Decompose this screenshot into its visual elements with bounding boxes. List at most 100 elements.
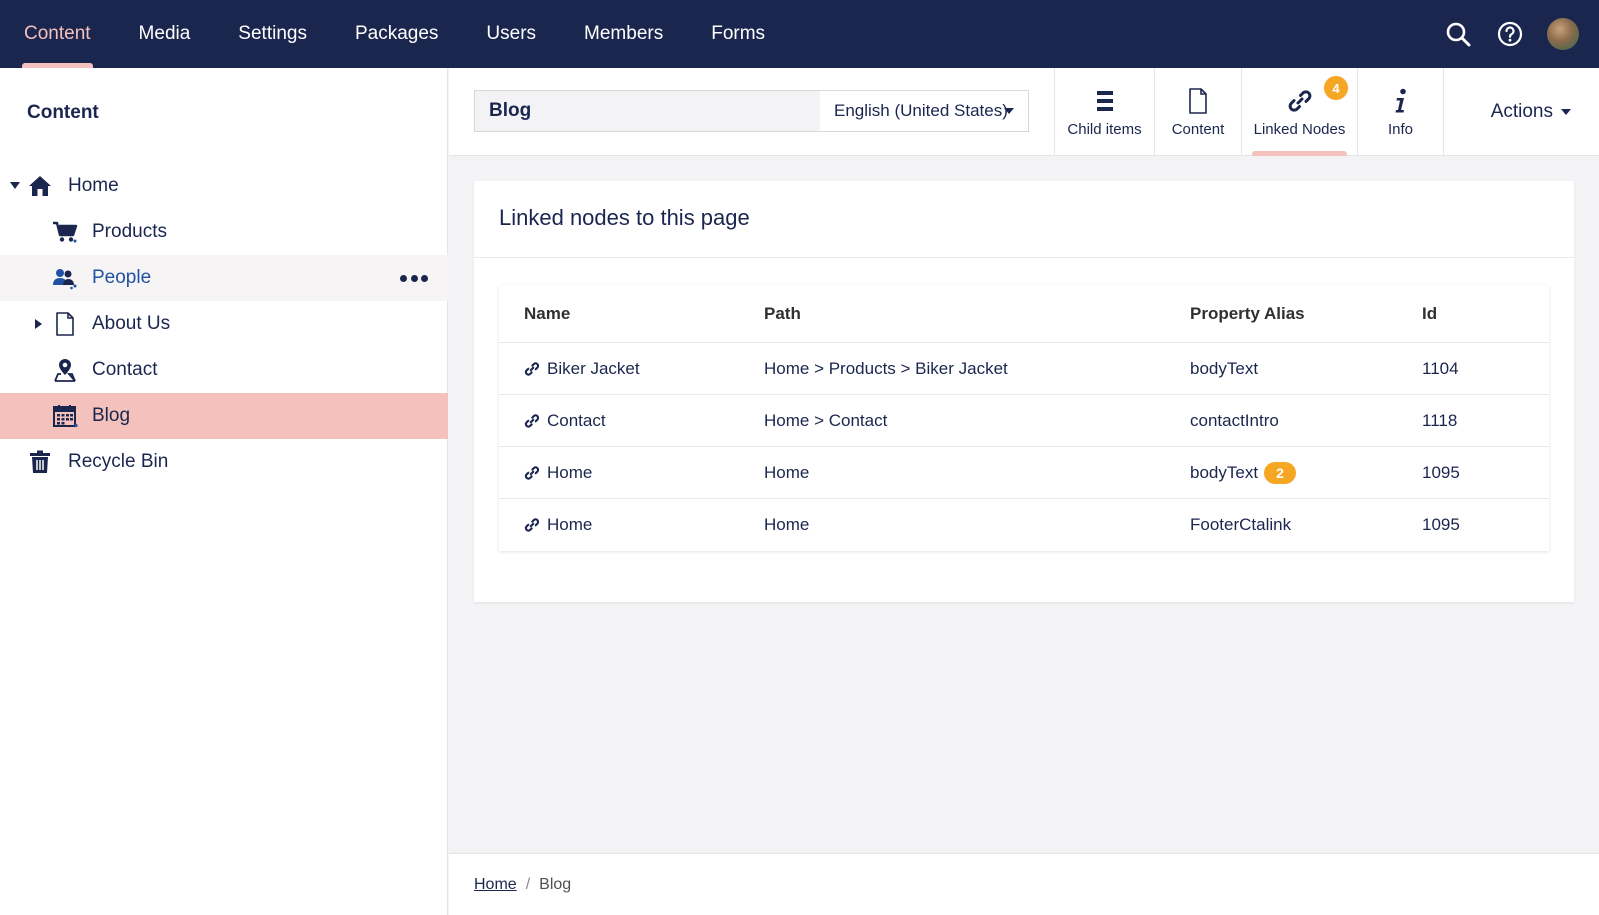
tree-item-blog[interactable]: Blog [0, 393, 448, 439]
tree-item-label: Products [92, 221, 167, 242]
column-header-id: Id [1422, 303, 1438, 323]
sidebar-title: Content [27, 102, 99, 123]
row-name-link[interactable]: Home [524, 447, 592, 498]
tree-item-home[interactable]: Home [0, 163, 448, 209]
tree-item-label: Recycle Bin [68, 451, 169, 472]
app-label: Content [1171, 120, 1225, 138]
home-icon [27, 173, 53, 199]
app-label: Linked Nodes [1253, 120, 1346, 138]
more-options-icon[interactable] [400, 268, 428, 288]
row-name: Home [547, 515, 593, 534]
panel-title: Linked nodes to this page [499, 205, 750, 230]
breadcrumb-separator: / [525, 876, 531, 893]
column-header-name: Name [524, 303, 571, 323]
row-name: Biker Jacket [547, 358, 640, 378]
column-header-property-alias: Property Alias [1190, 303, 1305, 323]
tree-item-recycle-bin[interactable]: Recycle Bin [0, 439, 448, 485]
tree-item-label: Home [68, 175, 119, 196]
row-name-link[interactable]: Contact [524, 395, 606, 446]
link-icon [524, 517, 540, 533]
breadcrumb-current: Blog [539, 876, 572, 893]
tree-item-label: Contact [92, 359, 158, 380]
panel-divider [474, 257, 1574, 258]
nav-forms[interactable]: Forms [687, 0, 789, 68]
table-row: Contact Home > Contact contactIntro 1118 [499, 395, 1549, 447]
breadcrumb: Home / Blog [474, 876, 571, 894]
row-property-alias: bodyText 2 [1190, 447, 1297, 498]
nav-content[interactable]: Content [0, 0, 115, 68]
link-icon [1287, 87, 1313, 115]
content-apps: Child items Content Linked Nodes 4 Info [1054, 68, 1444, 156]
nav-packages[interactable]: Packages [331, 0, 462, 68]
link-icon [524, 465, 540, 481]
editor-header: English (United States) Child items Cont… [449, 68, 1599, 156]
chevron-down-icon [1561, 109, 1571, 115]
row-name-link[interactable]: Home [524, 499, 592, 551]
row-name-link[interactable]: Biker Jacket [524, 343, 640, 394]
shopping-cart-icon [52, 219, 78, 245]
app-label: Info [1387, 120, 1414, 138]
top-right-icons [1443, 0, 1579, 68]
row-path: Home > Contact [764, 410, 888, 430]
table-header-row: Name Path Property Alias Id [499, 285, 1549, 343]
row-property-alias: bodyText [1190, 343, 1258, 394]
tree-item-label: People [92, 267, 152, 288]
node-name-input[interactable] [475, 91, 820, 131]
app-content[interactable]: Content [1155, 68, 1242, 156]
users-icon [52, 265, 78, 291]
table-row: Home Home bodyText 2 1095 [499, 447, 1549, 499]
breadcrumb-home-link[interactable]: Home [474, 876, 517, 894]
nav-members[interactable]: Members [560, 0, 687, 68]
section-nav: Content Media Settings Packages Users Me… [0, 0, 789, 68]
list-icon [1092, 87, 1118, 115]
alias-text: bodyText [1190, 358, 1259, 378]
row-id: 1095 [1422, 515, 1460, 534]
row-path: Home [764, 515, 810, 534]
editor-footer: Home / Blog [449, 853, 1599, 915]
app-child-items[interactable]: Child items [1055, 68, 1155, 156]
row-name: Home [547, 462, 593, 482]
link-icon [524, 413, 540, 429]
top-navigation-bar: Content Media Settings Packages Users Me… [0, 0, 1599, 68]
tree-item-people[interactable]: People [0, 255, 448, 301]
document-icon [1185, 87, 1211, 115]
document-icon [52, 311, 78, 337]
app-info[interactable]: Info [1358, 68, 1444, 156]
alias-text: bodyText [1190, 462, 1259, 482]
linked-nodes-count-badge: 4 [1324, 76, 1348, 100]
alias-text: contactIntro [1190, 410, 1279, 430]
tree-item-products[interactable]: Products [0, 209, 448, 255]
row-id: 1118 [1422, 410, 1458, 430]
row-property-alias: contactIntro [1190, 395, 1279, 446]
content-tree: Home Products People About Us Contact Bl… [0, 163, 448, 485]
row-id: 1095 [1422, 462, 1460, 482]
caret-right-icon[interactable] [33, 318, 45, 330]
content-tree-sidebar: Content Home Products People About Us Co… [0, 68, 448, 915]
app-linked-nodes[interactable]: Linked Nodes 4 [1242, 68, 1358, 156]
caret-down-icon[interactable] [9, 180, 21, 192]
row-property-alias: FooterCtalink [1190, 499, 1291, 551]
trash-icon [27, 449, 53, 475]
nav-settings[interactable]: Settings [214, 0, 331, 68]
column-header-path: Path [764, 303, 801, 323]
row-path: Home > Products > Biker Jacket [764, 358, 1008, 378]
help-icon[interactable] [1495, 19, 1525, 49]
tree-item-label: Blog [92, 405, 131, 426]
user-avatar[interactable] [1547, 18, 1579, 50]
info-icon [1388, 87, 1414, 115]
alias-count-badge: 2 [1264, 461, 1297, 484]
nav-users[interactable]: Users [462, 0, 560, 68]
tree-item-contact[interactable]: Contact [0, 347, 448, 393]
table-row: Home Home FooterCtalink 1095 [499, 499, 1549, 551]
app-label: Child items [1067, 120, 1142, 138]
search-icon[interactable] [1443, 19, 1473, 49]
link-icon [524, 361, 540, 377]
chevron-down-icon [1004, 108, 1014, 114]
alias-text: FooterCtalink [1190, 515, 1292, 534]
language-select[interactable]: English (United States) [820, 91, 1028, 131]
actions-dropdown[interactable]: Actions [1491, 68, 1571, 156]
actions-label: Actions [1490, 101, 1553, 122]
tree-item-about-us[interactable]: About Us [0, 301, 448, 347]
row-path: Home [764, 462, 810, 482]
nav-media[interactable]: Media [115, 0, 215, 68]
